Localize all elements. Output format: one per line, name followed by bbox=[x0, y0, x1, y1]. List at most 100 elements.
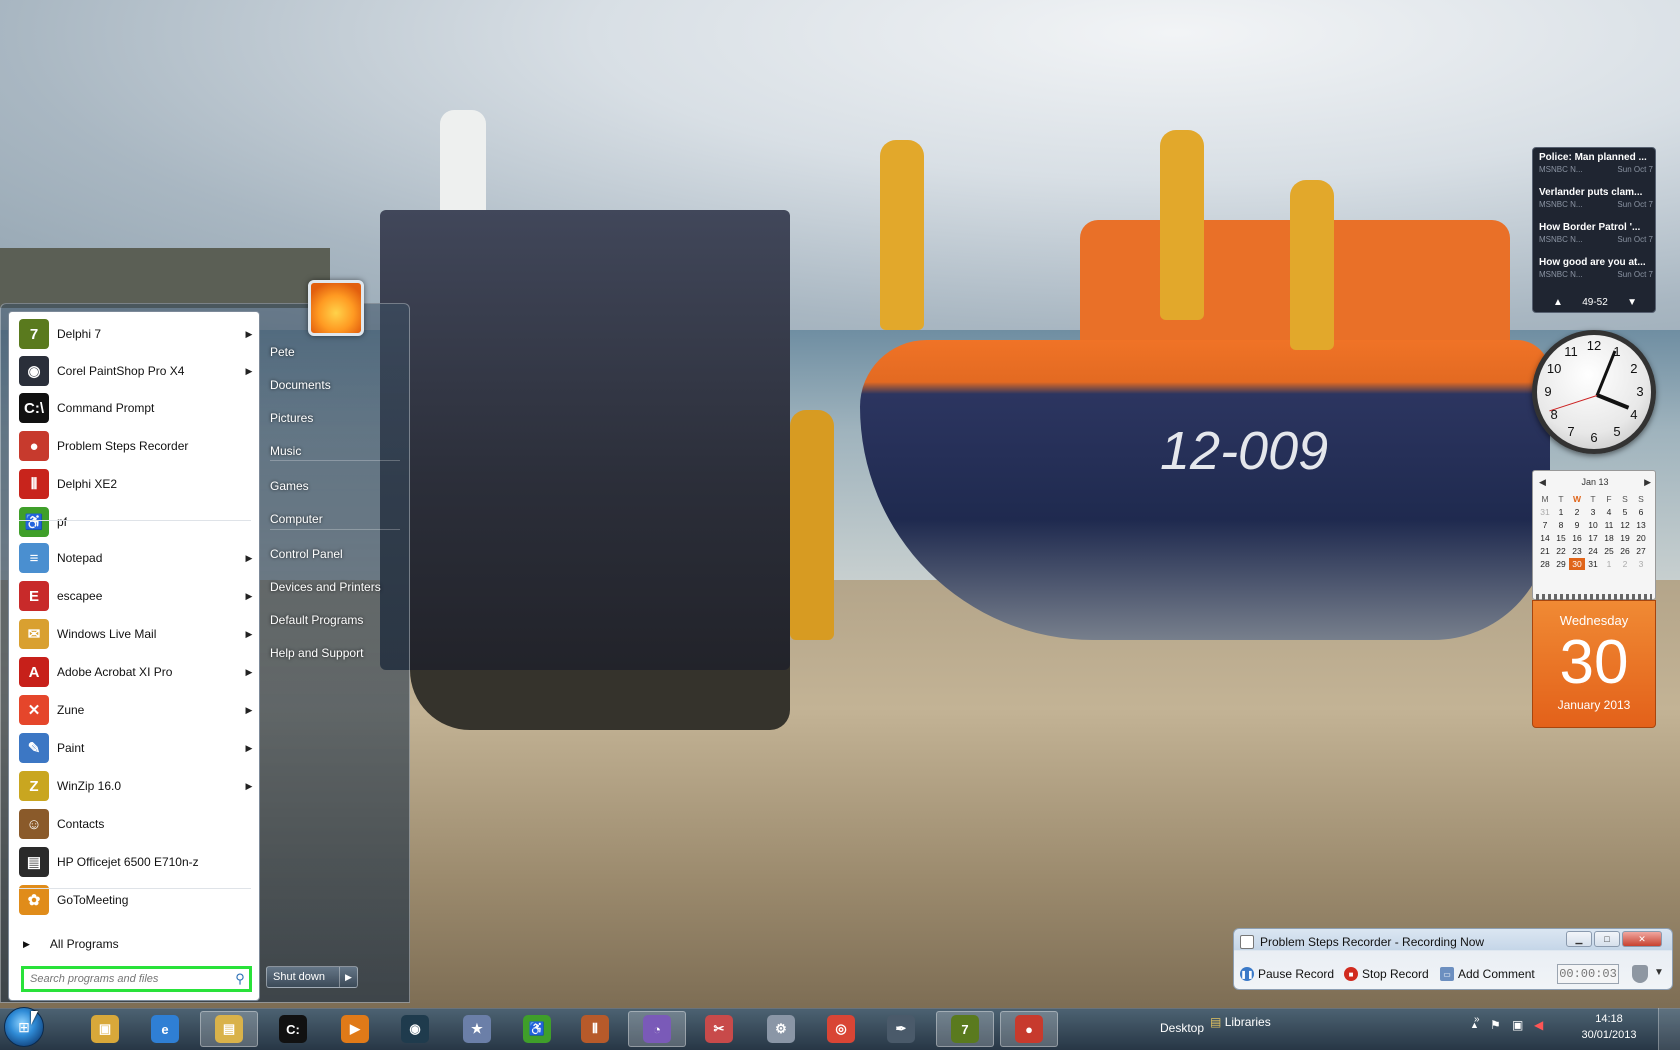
search-icon[interactable]: ⚲ bbox=[231, 971, 249, 987]
calendar-date[interactable]: 7 bbox=[1537, 519, 1553, 531]
calendar-date[interactable]: 10 bbox=[1585, 519, 1601, 531]
shield-icon[interactable] bbox=[1632, 965, 1648, 983]
calendar-date[interactable]: 23 bbox=[1569, 545, 1585, 557]
calendar-date[interactable]: 2 bbox=[1569, 506, 1585, 518]
calendar-date[interactable]: 20 bbox=[1633, 532, 1649, 544]
program-item[interactable]: ● Problem Steps Recorder bbox=[13, 428, 257, 464]
taskbar-chrome[interactable]: ◎ bbox=[812, 1011, 870, 1047]
taskbar-delphi7[interactable]: 7 bbox=[936, 1011, 994, 1047]
calendar-date[interactable]: 14 bbox=[1537, 532, 1553, 544]
start-menu-control-panel[interactable]: Control Panel bbox=[262, 540, 402, 568]
chevron-right-icon[interactable]: ▶ bbox=[1644, 477, 1651, 488]
program-item[interactable]: 7 Delphi 7 ▶ bbox=[13, 316, 257, 352]
calendar-date[interactable]: 29 bbox=[1553, 558, 1569, 570]
news-headline[interactable]: Verlander puts clam... MSNBC N... Sun Oct … bbox=[1539, 187, 1653, 209]
all-programs-button[interactable]: ▶ All Programs bbox=[23, 932, 253, 956]
taskbar-explorer-folder[interactable]: ▣ bbox=[76, 1011, 134, 1047]
calendar-date[interactable]: 17 bbox=[1585, 532, 1601, 544]
program-item[interactable]: ✉ Windows Live Mail ▶ bbox=[13, 616, 257, 652]
news-headline[interactable]: How Border Patrol '... MSNBC N... Sun Oct … bbox=[1539, 222, 1653, 244]
jump-list-arrow-icon[interactable]: ▶ bbox=[241, 329, 257, 340]
window-titlebar[interactable]: Problem Steps Recorder - Recording Now bbox=[1240, 932, 1484, 952]
taskbar-delphi[interactable]: ⦀ bbox=[566, 1011, 624, 1047]
add-comment-button[interactable]: ▭ Add Comment bbox=[1440, 963, 1535, 985]
calendar-date[interactable]: 1 bbox=[1601, 558, 1617, 570]
taskbar-clock-app[interactable]: ◔ bbox=[628, 1011, 686, 1047]
taskbar-windows-explorer[interactable]: ▤ bbox=[200, 1011, 258, 1047]
start-search-box[interactable]: ⚲ bbox=[21, 966, 252, 992]
taskbar-internet-explorer[interactable]: e bbox=[136, 1011, 194, 1047]
search-input[interactable] bbox=[24, 973, 231, 985]
taskbar-media-player[interactable]: ▶ bbox=[326, 1011, 384, 1047]
calendar-date[interactable]: 13 bbox=[1633, 519, 1649, 531]
help-dropdown-arrow[interactable]: ▼ bbox=[1654, 967, 1664, 978]
calendar-date[interactable]: 22 bbox=[1553, 545, 1569, 557]
program-item[interactable]: C:\ Command Prompt bbox=[13, 390, 257, 426]
taskbar-control-panel[interactable]: ⚙ bbox=[752, 1011, 810, 1047]
calendar-date[interactable]: 5 bbox=[1617, 506, 1633, 518]
shutdown-button[interactable]: Shut down bbox=[267, 967, 339, 987]
network-icon[interactable]: ▣ bbox=[1512, 1018, 1523, 1032]
calendar-date[interactable]: 6 bbox=[1633, 506, 1649, 518]
calendar-date[interactable]: 3 bbox=[1585, 506, 1601, 518]
calendar-date[interactable]: 11 bbox=[1601, 519, 1617, 531]
user-picture[interactable] bbox=[308, 280, 364, 336]
maximize-button[interactable]: □ bbox=[1594, 931, 1620, 947]
jump-list-arrow-icon[interactable]: ▶ bbox=[241, 667, 257, 678]
calendar-date[interactable]: 4 bbox=[1601, 506, 1617, 518]
program-item[interactable]: ◉ Corel PaintShop Pro X4 ▶ bbox=[13, 353, 257, 389]
program-item[interactable]: ▤ HP Officejet 6500 E710n-z bbox=[13, 844, 257, 880]
calendar-date[interactable]: 28 bbox=[1537, 558, 1553, 570]
program-item[interactable]: A Adobe Acrobat XI Pro ▶ bbox=[13, 654, 257, 690]
taskbar-paintshop[interactable]: ◉ bbox=[386, 1011, 444, 1047]
calendar-date[interactable]: 3 bbox=[1633, 558, 1649, 570]
calendar-date[interactable]: 19 bbox=[1617, 532, 1633, 544]
jump-list-arrow-icon[interactable]: ▶ bbox=[241, 553, 257, 564]
taskbar-pf[interactable]: ♿ bbox=[508, 1011, 566, 1047]
calendar-date[interactable]: 26 bbox=[1617, 545, 1633, 557]
program-item[interactable]: ≡ Notepad ▶ bbox=[13, 540, 257, 576]
chevron-left-icon[interactable]: ◀ bbox=[1539, 477, 1546, 488]
chevron-up-icon[interactable]: ▲ bbox=[1553, 297, 1563, 308]
minimize-button[interactable]: ▁ bbox=[1566, 931, 1592, 947]
chevron-down-icon[interactable]: ▼ bbox=[1627, 297, 1637, 308]
jump-list-arrow-icon[interactable]: ▶ bbox=[241, 591, 257, 602]
calendar-date[interactable]: 2 bbox=[1617, 558, 1633, 570]
start-menu-devices-printers[interactable]: Devices and Printers bbox=[262, 573, 402, 601]
shutdown-options-arrow[interactable]: ▶ bbox=[339, 967, 357, 987]
calendar-date[interactable]: 16 bbox=[1569, 532, 1585, 544]
calendar-date[interactable]: 30 bbox=[1569, 558, 1585, 570]
calendar-date[interactable]: 8 bbox=[1553, 519, 1569, 531]
program-item[interactable]: ☺ Contacts bbox=[13, 806, 257, 842]
calendar-date[interactable]: 1 bbox=[1553, 506, 1569, 518]
jump-list-arrow-icon[interactable]: ▶ bbox=[241, 366, 257, 377]
calendar-date[interactable]: 15 bbox=[1553, 532, 1569, 544]
calendar-date[interactable]: 25 bbox=[1601, 545, 1617, 557]
program-item[interactable]: ♿ pf bbox=[13, 504, 257, 540]
jump-list-arrow-icon[interactable]: ▶ bbox=[241, 705, 257, 716]
jump-list-arrow-icon[interactable]: ▶ bbox=[241, 629, 257, 640]
action-center-flag-icon[interactable]: ⚑ bbox=[1490, 1018, 1501, 1032]
taskbar-snipping-tool[interactable]: ✂ bbox=[690, 1011, 748, 1047]
volume-icon[interactable]: ◀ bbox=[1534, 1018, 1543, 1032]
show-hidden-icons-arrow[interactable]: ▲ bbox=[1470, 1020, 1479, 1030]
calendar-date[interactable]: 12 bbox=[1617, 519, 1633, 531]
program-item[interactable]: ✎ Paint ▶ bbox=[13, 730, 257, 766]
start-menu-default-programs[interactable]: Default Programs bbox=[262, 606, 402, 634]
program-item[interactable]: ⦀ Delphi XE2 bbox=[13, 466, 257, 502]
libraries-toolbar[interactable]: ▤ Libraries bbox=[1210, 1015, 1271, 1029]
start-menu-user-folder[interactable]: Pete bbox=[262, 338, 402, 366]
system-clock[interactable]: 14:18 30/01/2013 bbox=[1576, 1011, 1642, 1043]
jump-list-arrow-icon[interactable]: ▶ bbox=[241, 743, 257, 754]
taskbar-command-prompt[interactable]: C: bbox=[264, 1011, 322, 1047]
calendar-date[interactable]: 18 bbox=[1601, 532, 1617, 544]
program-item[interactable]: Z WinZip 16.0 ▶ bbox=[13, 768, 257, 804]
start-menu-help-support[interactable]: Help and Support bbox=[262, 639, 402, 667]
taskbar-pen-app[interactable]: ✒ bbox=[872, 1011, 930, 1047]
start-menu-pictures[interactable]: Pictures bbox=[262, 404, 402, 432]
taskbar-steps-recorder[interactable]: ● bbox=[1000, 1011, 1058, 1047]
show-desktop-button[interactable] bbox=[1658, 1008, 1680, 1050]
start-menu-documents[interactable]: Documents bbox=[262, 371, 402, 399]
pause-record-button[interactable]: ❚❚ Pause Record bbox=[1240, 963, 1334, 985]
program-item[interactable]: ✕ Zune ▶ bbox=[13, 692, 257, 728]
